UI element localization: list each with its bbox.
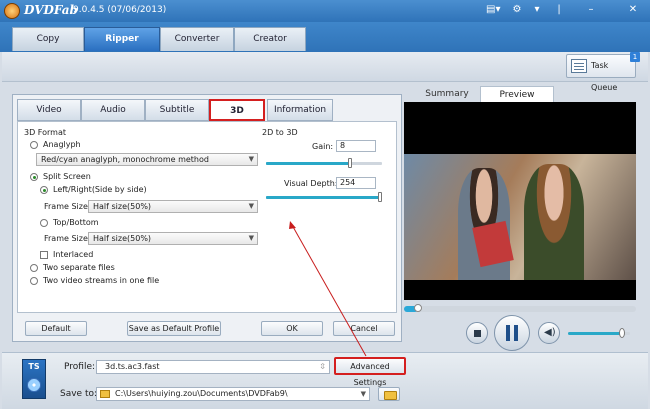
preview-panel: Summary Preview ◀) xyxy=(402,86,638,351)
task-queue-icon xyxy=(571,59,587,73)
visual-depth-label: Visual Depth: xyxy=(284,179,338,188)
cancel-button[interactable]: Cancel xyxy=(333,321,395,336)
ts-profile-icon: TS xyxy=(22,359,46,399)
gain-input[interactable]: 8 xyxy=(336,140,376,152)
ok-button[interactable]: OK xyxy=(261,321,323,336)
split-screen-radio[interactable] xyxy=(30,173,38,181)
two-files-radio[interactable] xyxy=(30,264,38,272)
volume-slider-fill xyxy=(568,332,621,335)
two-streams-radio[interactable] xyxy=(30,277,38,285)
left-right-radio[interactable] xyxy=(40,186,48,194)
dvdfab-logo-icon xyxy=(4,3,20,19)
tab-copy[interactable]: Copy xyxy=(12,27,84,51)
chevron-down-icon: ▼ xyxy=(248,234,254,242)
tab-video[interactable]: Video xyxy=(17,99,81,121)
speaker-icon: ◀) xyxy=(544,327,556,338)
gain-label: Gain: xyxy=(312,142,334,151)
frame-person-right xyxy=(524,164,584,280)
minimize-icon[interactable]: – xyxy=(584,3,598,17)
advanced-settings-button[interactable]: Advanced Settings xyxy=(334,357,406,387)
profile-field[interactable]: 3d.ts.ac3.fast ⇳ xyxy=(96,360,330,374)
chevron-down-icon: ▼ xyxy=(360,390,366,398)
help-menu-icon[interactable]: ▾ xyxy=(530,3,544,17)
app-version: 9.0.4.5 (07/06/2013) xyxy=(73,5,167,15)
tab-subtitle[interactable]: Subtitle xyxy=(145,99,209,121)
gain-slider-thumb[interactable] xyxy=(347,158,352,168)
interlaced-label: Interlaced xyxy=(53,250,94,259)
app-brand: DVDFab xyxy=(24,3,78,17)
video-preview xyxy=(404,102,636,300)
tab-audio[interactable]: Audio xyxy=(81,99,145,121)
tab-summary[interactable]: Summary xyxy=(414,86,480,102)
browse-folder-button[interactable] xyxy=(378,387,400,401)
volume-slider-thumb[interactable] xyxy=(618,328,625,338)
folder-icon xyxy=(100,390,110,398)
tab-3d[interactable]: 3D xyxy=(209,99,265,121)
volume-button[interactable]: ◀) xyxy=(538,322,560,344)
profile-value: 3d.ts.ac3.fast xyxy=(105,362,160,371)
anaglyph-method-select[interactable]: Red/cyan anaglyph, monochrome method ▼ xyxy=(36,153,258,166)
chevron-down-icon: ▼ xyxy=(248,202,254,210)
task-queue-count-badge: 1 xyxy=(630,52,640,62)
seek-bar[interactable] xyxy=(404,304,636,312)
chevron-down-icon: ▼ xyxy=(248,155,254,163)
tab-preview[interactable]: Preview xyxy=(480,86,554,102)
default-button[interactable]: Default xyxy=(25,321,87,336)
tab-converter[interactable]: Converter xyxy=(160,27,234,51)
toolbar-strip: Task Queue 1 xyxy=(2,52,648,92)
3d-format-heading: 3D Format xyxy=(24,128,66,137)
window-divider-icon: | xyxy=(557,4,561,15)
seek-thumb[interactable] xyxy=(413,304,422,312)
profile-label: Profile: xyxy=(64,362,96,372)
frame-size-label-2: Frame Size xyxy=(44,234,88,243)
anaglyph-method-value: Red/cyan anaglyph, monochrome method xyxy=(41,155,209,164)
frame-size-select[interactable]: Half size(50%) ▼ xyxy=(88,200,258,213)
split-screen-label: Split Screen xyxy=(43,172,91,181)
settings-gear-icon[interactable]: ⚙ xyxy=(510,3,524,17)
3d-settings-pane: 3D Format Anaglyph Red/cyan anaglyph, mo… xyxy=(17,121,397,313)
video-frame-image xyxy=(404,154,636,280)
settings-panel: Video Audio Subtitle 3D Information 3D F… xyxy=(12,94,402,342)
frame-size-value-2: Half size(50%) xyxy=(93,234,152,243)
ts-badge-label: TS xyxy=(28,362,40,371)
anaglyph-label: Anaglyph xyxy=(43,140,81,149)
tab-information[interactable]: Information xyxy=(267,99,333,121)
visual-depth-slider-fill xyxy=(266,196,380,199)
two-files-label: Two separate files xyxy=(43,263,115,272)
anaglyph-radio[interactable] xyxy=(30,141,38,149)
content-area: Task Queue 1 Video Audio Subtitle 3D Inf… xyxy=(2,52,648,409)
frame-size-value: Half size(50%) xyxy=(93,202,152,211)
top-bottom-label: Top/Bottom xyxy=(53,218,99,227)
disc-icon xyxy=(27,378,41,392)
save-to-value: C:\Users\huiying.zou\Documents\DVDFab9\ xyxy=(115,389,288,398)
tab-creator[interactable]: Creator xyxy=(234,27,306,51)
two-streams-label: Two video streams in one file xyxy=(43,276,160,285)
stop-button[interactable] xyxy=(466,322,488,344)
main-tab-bar: Copy Ripper Converter Creator xyxy=(0,22,650,52)
save-to-label: Save to: xyxy=(60,389,98,399)
layout-menu-icon[interactable]: ▤▾ xyxy=(486,3,500,17)
visual-depth-input[interactable]: 254 xyxy=(336,177,376,189)
left-right-label: Left/Right(Side by side) xyxy=(53,185,147,194)
stop-icon xyxy=(474,330,481,337)
save-default-profile-button[interactable]: Save as Default Profile xyxy=(127,321,221,336)
title-bar: DVDFab 9.0.4.5 (07/06/2013) ▤▾ ⚙ ▾ | – ✕ xyxy=(0,0,650,22)
close-icon[interactable]: ✕ xyxy=(626,3,640,17)
pause-icon xyxy=(506,325,510,341)
tab-ripper[interactable]: Ripper xyxy=(84,27,160,51)
frame-size-label: Frame Size xyxy=(44,202,88,211)
save-to-field[interactable]: C:\Users\huiying.zou\Documents\DVDFab9\ … xyxy=(96,387,370,401)
pause-button[interactable] xyxy=(494,315,530,351)
visual-depth-slider-thumb[interactable] xyxy=(377,192,382,202)
output-bar: TS Profile: 3d.ts.ac3.fast ⇳ Advanced Se… xyxy=(2,352,648,409)
2d-to-3d-heading: 2D to 3D xyxy=(262,128,298,137)
gain-slider-fill xyxy=(266,162,350,165)
task-queue-button[interactable]: Task Queue xyxy=(566,54,636,92)
profile-dropdown-icon: ⇳ xyxy=(319,362,326,371)
interlaced-checkbox[interactable] xyxy=(40,251,48,259)
top-bottom-radio[interactable] xyxy=(40,219,48,227)
frame-size-select-2[interactable]: Half size(50%) ▼ xyxy=(88,232,258,245)
